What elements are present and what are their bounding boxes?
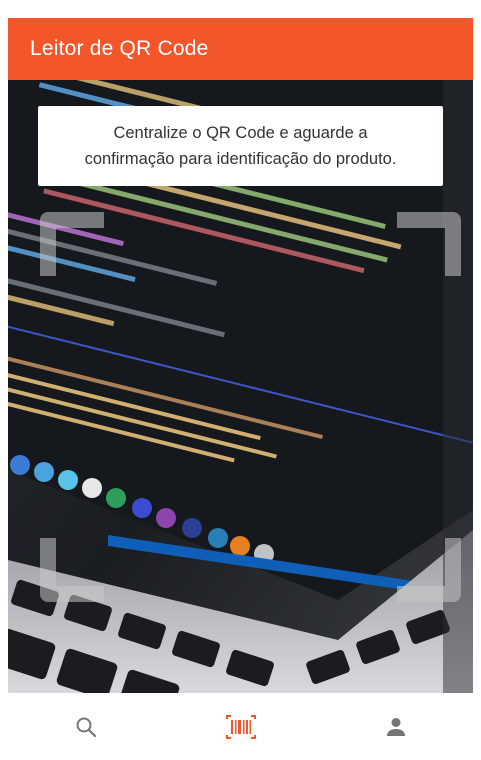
app-screen: Leitor de QR Code Centralize o QR Code e… [0, 0, 481, 760]
app-header: Leitor de QR Code [8, 18, 473, 80]
status-bar [0, 0, 481, 18]
viewfinder-corner-top-left [40, 212, 104, 276]
bottom-tab-bar [8, 693, 473, 760]
viewfinder-corner-top-right [397, 212, 461, 276]
search-icon [76, 717, 96, 737]
viewfinder-corner-bottom-left [40, 538, 104, 602]
instruction-line-2: confirmação para identificação do produt… [84, 150, 397, 168]
barcode-scan-icon [225, 714, 256, 739]
person-icon [386, 717, 405, 736]
instruction-panel: Centralize o QR Code e aguarde a confirm… [38, 106, 443, 186]
tab-scanner[interactable] [191, 697, 291, 757]
tab-profile[interactable] [346, 697, 446, 757]
tab-search[interactable] [36, 697, 136, 757]
page-title: Leitor de QR Code [30, 37, 209, 60]
instruction-line-1: Centralize o QR Code e aguarde a [113, 124, 368, 142]
viewfinder-corner-bottom-right [397, 538, 461, 602]
